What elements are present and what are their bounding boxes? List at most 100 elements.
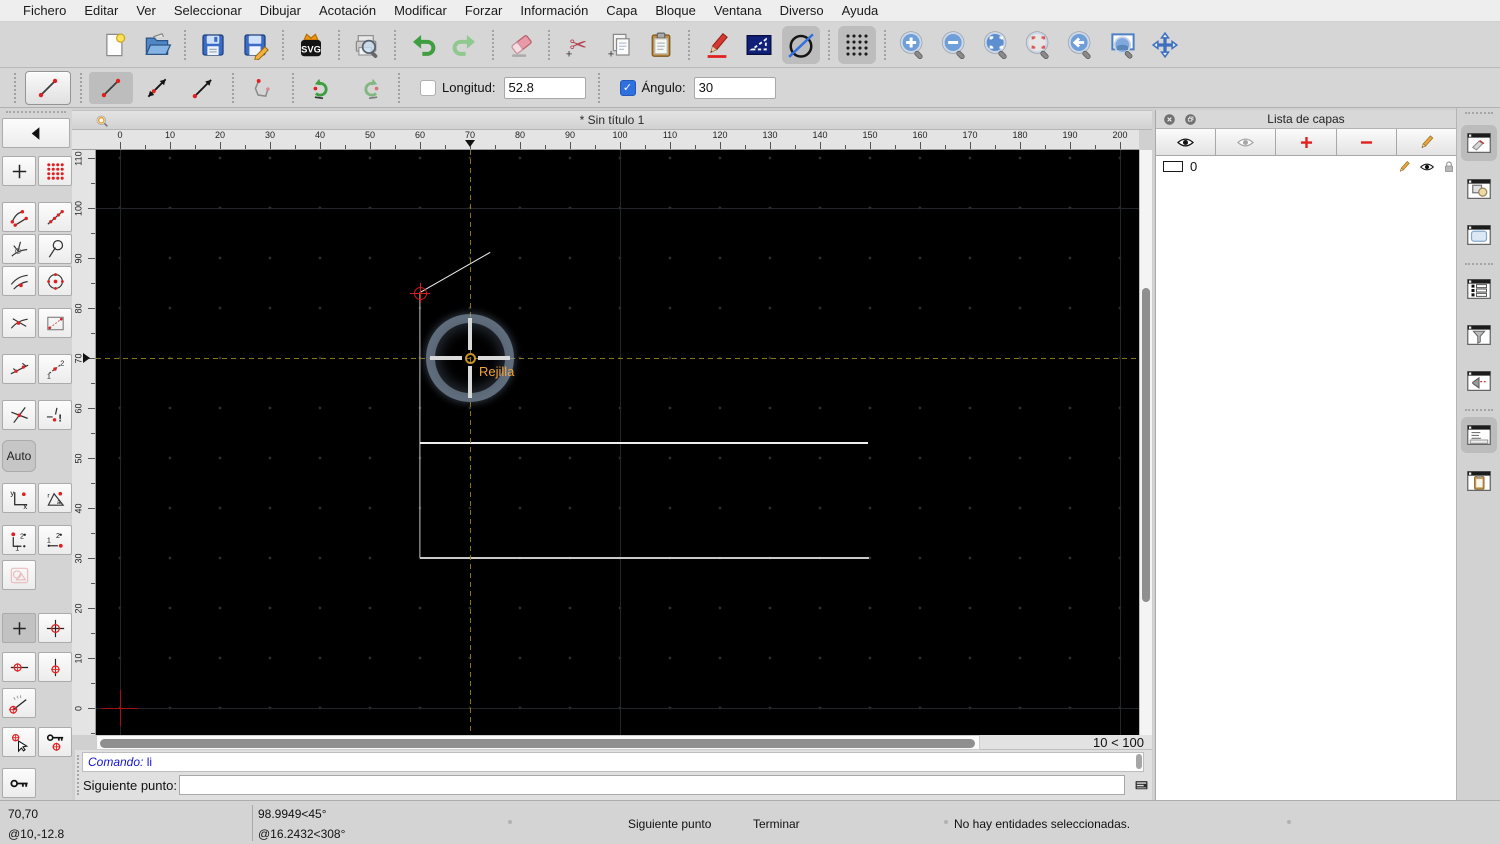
snap-back-button[interactable] bbox=[2, 118, 70, 148]
angle-input[interactable] bbox=[693, 76, 776, 99]
horizontal-scrollbar-thumb[interactable] bbox=[100, 738, 975, 748]
length-checkbox[interactable] bbox=[420, 79, 436, 96]
menu-fichero[interactable]: Fichero bbox=[14, 0, 75, 22]
drawn-line[interactable] bbox=[420, 557, 869, 559]
drawing-canvas[interactable]: Rejilla bbox=[96, 150, 1139, 735]
zoom-auto-button[interactable] bbox=[978, 26, 1016, 64]
dock-filter-button[interactable] bbox=[1461, 317, 1497, 353]
command-input[interactable] bbox=[179, 775, 1125, 795]
save-file-as-button[interactable] bbox=[236, 26, 274, 64]
layer-lock-icon[interactable] bbox=[1441, 159, 1457, 175]
snap-exclusive-button[interactable] bbox=[2, 560, 36, 590]
coordinate-polar-button[interactable]: ra bbox=[38, 483, 72, 513]
menu-ventana[interactable]: Ventana bbox=[705, 0, 771, 22]
redo-button[interactable] bbox=[446, 26, 484, 64]
polyline-undo-button[interactable] bbox=[301, 72, 345, 104]
vertical-scrollbar[interactable] bbox=[1139, 150, 1152, 735]
snap-center-button[interactable] bbox=[38, 266, 72, 296]
dock-command-line-button[interactable] bbox=[1461, 417, 1497, 453]
cut-button[interactable]: ✂ + bbox=[558, 26, 596, 64]
menu-dibujar[interactable]: Dibujar bbox=[251, 0, 310, 22]
add-layer-button[interactable] bbox=[1276, 129, 1337, 156]
undo-button[interactable] bbox=[404, 26, 442, 64]
layer-edit-icon[interactable] bbox=[1396, 159, 1412, 175]
move-relative-zero-button[interactable] bbox=[2, 727, 36, 757]
zoom-previous-button[interactable] bbox=[1062, 26, 1100, 64]
menu-ver[interactable]: Ver bbox=[127, 0, 165, 22]
dock-library-browser-button[interactable] bbox=[1461, 217, 1497, 253]
snap-endpoint-button[interactable] bbox=[2, 202, 36, 232]
print-preview-button[interactable] bbox=[348, 26, 386, 64]
vertical-scrollbar-thumb[interactable] bbox=[1142, 288, 1150, 602]
document-titlebar[interactable]: * Sin título 1 bbox=[72, 110, 1152, 130]
drawn-line[interactable] bbox=[419, 292, 421, 558]
dock-block-list-button[interactable] bbox=[1461, 171, 1497, 207]
open-file-button[interactable] bbox=[138, 26, 176, 64]
snap-restrict-box-button[interactable] bbox=[38, 308, 72, 338]
svg-export-button[interactable]: SVG bbox=[292, 26, 330, 64]
snap-on-entity-button[interactable] bbox=[38, 202, 72, 232]
polyline-button[interactable] bbox=[241, 72, 285, 104]
menu-forzar[interactable]: Forzar bbox=[456, 0, 512, 22]
delete-entities-button[interactable] bbox=[502, 26, 540, 64]
paste-button[interactable] bbox=[642, 26, 680, 64]
remove-layer-button[interactable] bbox=[1336, 129, 1397, 156]
edit-layer-button[interactable] bbox=[1396, 129, 1457, 156]
menu-editar[interactable]: Editar bbox=[75, 0, 127, 22]
save-file-button[interactable] bbox=[194, 26, 232, 64]
corner-sequence-a-button[interactable]: 12 bbox=[2, 525, 36, 555]
zo om-out-button[interactable] bbox=[936, 26, 974, 64]
snap-tangent-button[interactable] bbox=[2, 308, 36, 338]
snap-middle-button[interactable] bbox=[2, 266, 36, 296]
menu-ayuda[interactable]: Ayuda bbox=[833, 0, 888, 22]
corner-sequence-b-button[interactable]: 12 bbox=[38, 525, 72, 555]
grid-toggle-button[interactable] bbox=[838, 25, 876, 64]
strip-drag-handle[interactable] bbox=[1465, 112, 1493, 114]
snap-grid-button[interactable] bbox=[38, 156, 72, 186]
restrict-horizontal-button[interactable] bbox=[2, 652, 36, 682]
layer-visibility-icon[interactable] bbox=[1419, 159, 1435, 175]
menu-capa[interactable]: Capa bbox=[597, 0, 646, 22]
hide-all-layers-button[interactable] bbox=[1216, 129, 1277, 156]
polyline-redo-button[interactable] bbox=[347, 72, 391, 104]
toolbar-drag-handle[interactable] bbox=[6, 111, 66, 113]
zoom-selected-button[interactable] bbox=[1020, 26, 1058, 64]
snap-distance-manual-button[interactable]: 12 bbox=[38, 354, 72, 384]
dock-layer-list-button[interactable] bbox=[1461, 125, 1497, 161]
snap-on-circle-button[interactable] bbox=[38, 234, 72, 264]
line-arrow-button[interactable] bbox=[181, 72, 225, 104]
copy-button[interactable]: + bbox=[600, 26, 638, 64]
dock-entity-tree-button[interactable] bbox=[1461, 271, 1497, 307]
draw-order-button[interactable] bbox=[782, 25, 820, 64]
menu-modificar[interactable]: Modificar bbox=[385, 0, 456, 22]
draft-mode-button[interactable] bbox=[740, 26, 778, 64]
lock-relative-origin-button[interactable] bbox=[2, 768, 36, 798]
show-all-layers-button[interactable] bbox=[1156, 129, 1217, 156]
keyboard-focus-button[interactable] bbox=[1131, 776, 1151, 794]
set-relative-zero-button[interactable] bbox=[38, 613, 72, 643]
zoom-window-button[interactable] bbox=[1104, 26, 1142, 64]
layer-row[interactable]: 0 bbox=[1156, 156, 1456, 178]
snap-distance-button[interactable] bbox=[2, 354, 36, 384]
snap-intersection-manual-button[interactable]: ! bbox=[38, 400, 72, 430]
zoom-pan-button[interactable] bbox=[1146, 26, 1184, 64]
history-scrollbar[interactable] bbox=[1136, 754, 1142, 769]
attributes-pen-button[interactable] bbox=[698, 26, 736, 64]
coordinate-cartesian-button[interactable]: yx bbox=[2, 483, 36, 513]
menu-bloque[interactable]: Bloque bbox=[646, 0, 704, 22]
zoom-in-button[interactable] bbox=[894, 26, 932, 64]
restrict-vertical-button[interactable] bbox=[38, 652, 72, 682]
lock-relative-zero-button[interactable] bbox=[38, 727, 72, 757]
angle-gauge-button[interactable] bbox=[2, 688, 36, 718]
restrict-nothing-button[interactable] bbox=[2, 613, 36, 643]
dock-events-button[interactable] bbox=[1461, 363, 1497, 399]
menu-acotación[interactable]: Acotación bbox=[310, 0, 385, 22]
snap-auto-button[interactable]: Auto bbox=[2, 440, 36, 472]
menu-información[interactable]: Información bbox=[511, 0, 597, 22]
snap-intersection-button[interactable] bbox=[2, 400, 36, 430]
snap-free-button[interactable] bbox=[2, 156, 36, 186]
line-double-arrow-button[interactable] bbox=[135, 72, 179, 104]
new-file-button[interactable] bbox=[96, 26, 134, 64]
line-segment-button[interactable] bbox=[89, 71, 133, 104]
dock-drag-handle[interactable] bbox=[77, 755, 79, 795]
